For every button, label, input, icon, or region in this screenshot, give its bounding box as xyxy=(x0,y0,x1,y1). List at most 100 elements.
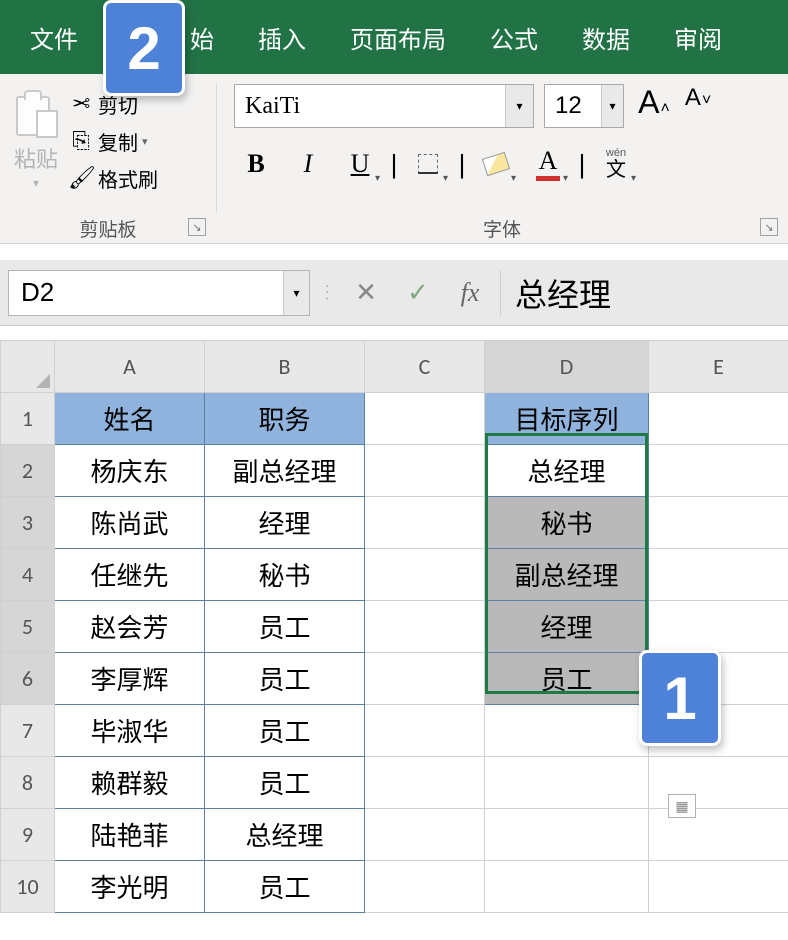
tab-insert[interactable]: 插入 xyxy=(236,0,328,74)
cell-A3[interactable]: 陈尚武 xyxy=(55,497,205,549)
tab-file[interactable]: 文件 xyxy=(8,0,100,74)
cell-D3[interactable]: 秘书 xyxy=(485,497,649,549)
cell-C3[interactable] xyxy=(365,497,485,549)
cell-D10[interactable] xyxy=(485,861,649,913)
cell-D4[interactable]: 副总经理 xyxy=(485,549,649,601)
paste-dropdown-icon[interactable]: ▾ xyxy=(33,176,39,190)
cell-C6[interactable] xyxy=(365,653,485,705)
row-header-9[interactable]: 9 xyxy=(1,809,55,861)
cell-C5[interactable] xyxy=(365,601,485,653)
cell-B7[interactable]: 员工 xyxy=(205,705,365,757)
cell-C8[interactable] xyxy=(365,757,485,809)
cell-A8[interactable]: 赖群毅 xyxy=(55,757,205,809)
row-header-3[interactable]: 3 xyxy=(1,497,55,549)
col-header-D[interactable]: D xyxy=(485,341,649,393)
format-painter-button[interactable]: 🖌 格式刷 xyxy=(68,164,158,193)
cell-A1[interactable]: 姓名 xyxy=(55,393,205,445)
tab-pagelayout[interactable]: 页面布局 xyxy=(328,0,468,74)
cell-D6[interactable]: 员工 xyxy=(485,653,649,705)
cell-C9[interactable] xyxy=(365,809,485,861)
cell-B5[interactable]: 员工 xyxy=(205,601,365,653)
cell-D1[interactable]: 目标序列 xyxy=(485,393,649,445)
row-header-7[interactable]: 7 xyxy=(1,705,55,757)
cell-A6[interactable]: 李厚辉 xyxy=(55,653,205,705)
italic-button[interactable]: I xyxy=(286,142,330,186)
font-name-dropdown-icon[interactable]: ▾ xyxy=(505,85,533,127)
cell-C2[interactable] xyxy=(365,445,485,497)
cell-A9[interactable]: 陆艳菲 xyxy=(55,809,205,861)
cell-C1[interactable] xyxy=(365,393,485,445)
cell-D9[interactable] xyxy=(485,809,649,861)
row-header-2[interactable]: 2 xyxy=(1,445,55,497)
underline-dropdown-icon[interactable]: ▾ xyxy=(375,173,380,184)
paste-button[interactable]: 粘贴 ▾ xyxy=(8,80,64,202)
cell-E1[interactable] xyxy=(649,393,788,445)
cell-B8[interactable]: 员工 xyxy=(205,757,365,809)
col-header-A[interactable]: A xyxy=(55,341,205,393)
cell-A5[interactable]: 赵会芳 xyxy=(55,601,205,653)
insert-function-button[interactable]: fx xyxy=(452,278,488,308)
col-header-E[interactable]: E xyxy=(649,341,788,393)
shrink-font-button[interactable]: A˅ xyxy=(678,84,718,128)
font-size-input[interactable]: 12 ▾ xyxy=(544,84,624,128)
font-color-button[interactable]: A ▾ xyxy=(526,142,570,186)
row-header-1[interactable]: 1 xyxy=(1,393,55,445)
cell-E3[interactable] xyxy=(649,497,788,549)
cell-E10[interactable] xyxy=(649,861,788,913)
col-header-B[interactable]: B xyxy=(205,341,365,393)
cell-D5[interactable]: 经理 xyxy=(485,601,649,653)
fontcolor-dropdown-icon[interactable]: ▾ xyxy=(563,173,568,184)
phonetic-dropdown-icon[interactable]: ▾ xyxy=(631,173,636,184)
cell-A4[interactable]: 任继先 xyxy=(55,549,205,601)
cell-E4[interactable] xyxy=(649,549,788,601)
cell-A7[interactable]: 毕淑华 xyxy=(55,705,205,757)
border-button[interactable]: ▾ xyxy=(406,142,450,186)
copy-button[interactable]: ⎘ 复制 ▾ xyxy=(68,127,158,156)
font-dialog-launcher[interactable]: ↘ xyxy=(760,218,778,236)
row-header-10[interactable]: 10 xyxy=(1,861,55,913)
tab-review[interactable]: 审阅 xyxy=(652,0,744,74)
cell-C4[interactable] xyxy=(365,549,485,601)
cell-C7[interactable] xyxy=(365,705,485,757)
copy-dropdown-icon[interactable]: ▾ xyxy=(142,135,148,148)
row-header-4[interactable]: 4 xyxy=(1,549,55,601)
cell-B10[interactable]: 员工 xyxy=(205,861,365,913)
row-header-5[interactable]: 5 xyxy=(1,601,55,653)
worksheet-grid[interactable]: A B C D E 1 姓名 职务 目标序列 2 杨庆东 副总经理 总经理 3 … xyxy=(0,340,788,913)
tab-data[interactable]: 数据 xyxy=(560,0,652,74)
formula-accept-button[interactable]: ✓ xyxy=(400,277,436,308)
phonetic-guide-button[interactable]: wén文 ▾ xyxy=(594,142,638,186)
grow-font-button[interactable]: A˄ xyxy=(634,84,674,128)
formula-cancel-button[interactable]: ✕ xyxy=(348,277,384,308)
fill-dropdown-icon[interactable]: ▾ xyxy=(511,173,516,184)
cell-B4[interactable]: 秘书 xyxy=(205,549,365,601)
bold-button[interactable]: B xyxy=(234,142,278,186)
row-header-6[interactable]: 6 xyxy=(1,653,55,705)
cell-B1[interactable]: 职务 xyxy=(205,393,365,445)
cell-D7[interactable] xyxy=(485,705,649,757)
cell-A10[interactable]: 李光明 xyxy=(55,861,205,913)
name-box[interactable]: D2 ▾ xyxy=(8,270,310,316)
font-size-dropdown-icon[interactable]: ▾ xyxy=(601,85,623,127)
cell-D8[interactable] xyxy=(485,757,649,809)
quick-analysis-button[interactable]: ▦ xyxy=(668,794,696,818)
formula-input[interactable]: 总经理 xyxy=(500,270,780,316)
name-box-dropdown-icon[interactable]: ▾ xyxy=(283,271,309,315)
cell-B2[interactable]: 副总经理 xyxy=(205,445,365,497)
cell-D2[interactable]: 总经理 xyxy=(485,445,649,497)
cell-E5[interactable] xyxy=(649,601,788,653)
cell-C10[interactable] xyxy=(365,861,485,913)
cell-B9[interactable]: 总经理 xyxy=(205,809,365,861)
cell-A2[interactable]: 杨庆东 xyxy=(55,445,205,497)
clipboard-dialog-launcher[interactable]: ↘ xyxy=(188,218,206,236)
cell-B6[interactable]: 员工 xyxy=(205,653,365,705)
cell-B3[interactable]: 经理 xyxy=(205,497,365,549)
tab-formulas[interactable]: 公式 xyxy=(468,0,560,74)
col-header-C[interactable]: C xyxy=(365,341,485,393)
border-dropdown-icon[interactable]: ▾ xyxy=(443,173,448,184)
fill-color-button[interactable]: ▾ xyxy=(474,142,518,186)
cell-E2[interactable] xyxy=(649,445,788,497)
underline-button[interactable]: U▾ xyxy=(338,142,382,186)
font-name-input[interactable]: KaiTi ▾ xyxy=(234,84,534,128)
select-all-corner[interactable] xyxy=(1,341,55,393)
